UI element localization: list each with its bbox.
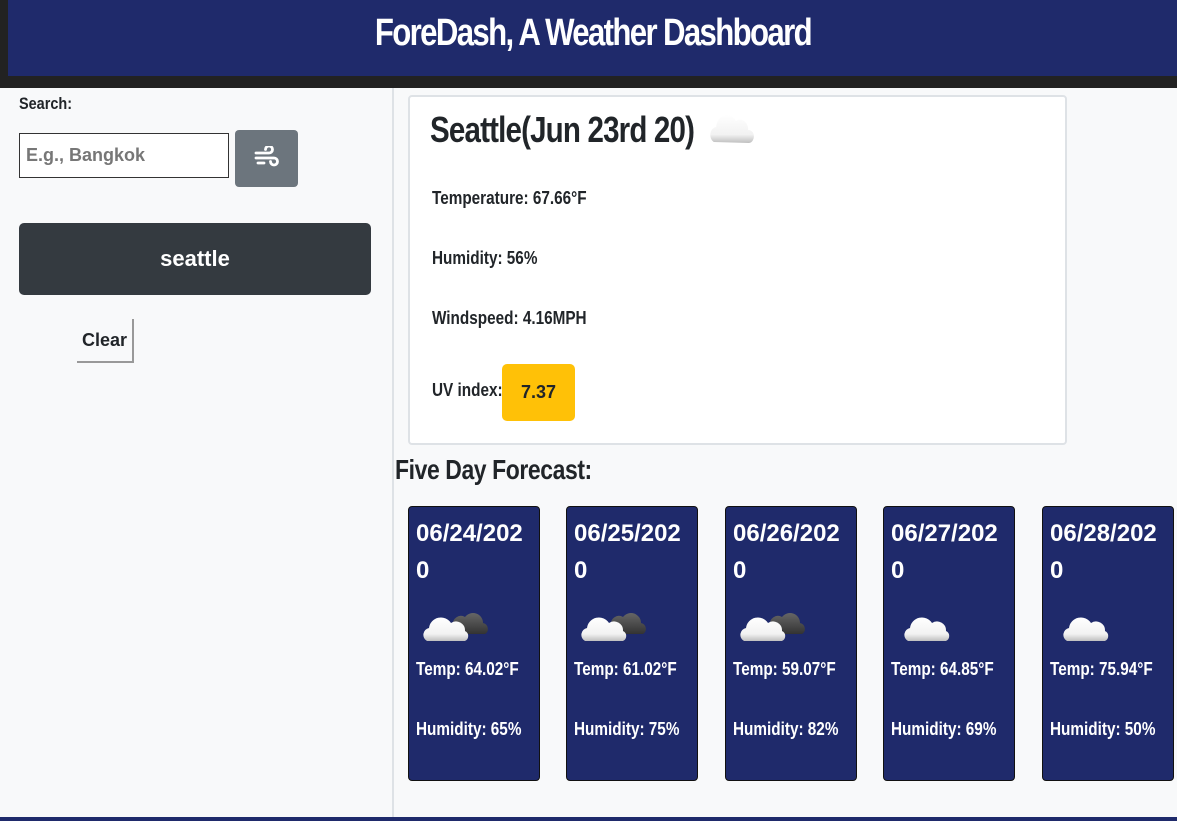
cloud-icon [894, 603, 966, 652]
uv-label: UV index: [432, 380, 503, 400]
forecast-humidity: Humidity: 65% [416, 719, 522, 739]
partly-cloudy-icon [577, 603, 649, 652]
clear-button[interactable]: Clear [77, 319, 134, 363]
forecast-humidity: Humidity: 82% [733, 719, 839, 739]
forecast-temp: Temp: 61.02°F [574, 659, 677, 679]
current-weather-card: Seattle(Jun 23rd 20) Temperature: 67.66°… [408, 95, 1067, 445]
forecast-card: 06/27/2020 Temp: 64.85°F Humidity: 69% [883, 506, 1015, 781]
history-item-seattle[interactable]: seattle [19, 223, 371, 295]
forecast-humidity: Humidity: 50% [1050, 719, 1156, 739]
header-banner: ForeDash, A Weather Dashboard [8, 0, 1177, 76]
forecast-temp: Temp: 64.02°F [416, 659, 519, 679]
uv-index-value: 7.37 [520, 382, 557, 402]
forecast-humidity: Humidity: 75% [574, 719, 680, 739]
forecast-date: 06/25/2020 [574, 520, 681, 584]
forecast-temp: Temp: 75.94°F [1050, 659, 1153, 679]
uv-index-badge: 7.37 [502, 364, 575, 421]
forecast-temp: Temp: 64.85°F [891, 659, 994, 679]
forecast-date: 06/28/2020 [1050, 520, 1157, 584]
humidity-text: Humidity: 56% [432, 248, 538, 268]
sidebar: Search: seattle Clear [0, 88, 394, 821]
forecast-date: 06/24/2020 [416, 520, 523, 584]
windspeed-text: Windspeed: 4.16MPH [432, 308, 587, 328]
forecast-heading: Five Day Forecast: [395, 454, 592, 485]
forecast-date: 06/26/2020 [733, 520, 840, 584]
page-title: ForeDash, A Weather Dashboard [374, 11, 812, 54]
forecast-date: 06/27/2020 [891, 520, 998, 584]
forecast-humidity: Humidity: 69% [891, 719, 997, 739]
forecast-card: 06/24/2020 Temp: 64.02°F Humidity: 65% [408, 506, 540, 781]
cloud-icon [706, 110, 758, 150]
cloud-icon [1053, 603, 1125, 652]
clear-button-label: Clear [81, 329, 128, 350]
header-bar: ForeDash, A Weather Dashboard [0, 0, 1177, 88]
forecast-card: 06/28/2020 Temp: 75.94°F Humidity: 50% [1042, 506, 1174, 781]
search-button[interactable] [235, 130, 298, 187]
city-title: Seattle(Jun 23rd 20) [430, 109, 758, 151]
partly-cloudy-icon [419, 603, 491, 652]
temperature-text: Temperature: 67.66°F [432, 188, 587, 208]
forecast-card: 06/26/2020 Temp: 59.07°F Humidity: 82% [725, 506, 857, 781]
history-item-label: seattle [160, 246, 230, 271]
forecast-temp: Temp: 59.07°F [733, 659, 836, 679]
search-label: Search: [19, 94, 73, 113]
wind-icon [254, 144, 280, 171]
city-title-text: Seattle(Jun 23rd 20) [430, 109, 695, 150]
partly-cloudy-icon [736, 603, 808, 652]
footer-divider [0, 817, 1177, 821]
forecast-card: 06/25/2020 Temp: 61.02°F Humidity: 75% [566, 506, 698, 781]
search-input[interactable] [19, 133, 229, 178]
